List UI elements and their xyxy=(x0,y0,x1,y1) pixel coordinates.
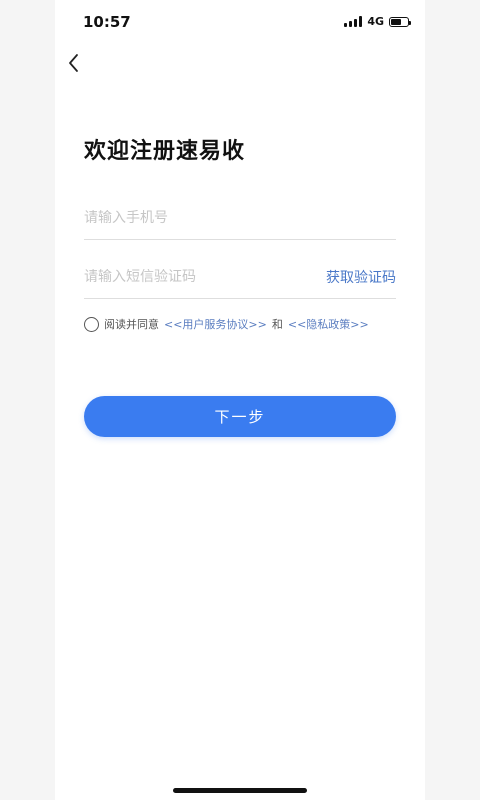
phone-field xyxy=(84,196,396,240)
signal-icon xyxy=(344,16,363,27)
phone-screen: 10:57 4G 欢迎注册速易收 获取验证码 阅读并同意 <<用户服务协议>> … xyxy=(55,0,425,800)
next-button[interactable]: 下一步 xyxy=(84,396,396,437)
privacy-policy-link[interactable]: <<隐私政策>> xyxy=(288,316,369,332)
home-indicator xyxy=(173,788,307,793)
agree-and: 和 xyxy=(271,318,283,331)
phone-input[interactable] xyxy=(84,209,396,226)
sms-code-input[interactable] xyxy=(84,268,326,285)
back-button[interactable] xyxy=(63,50,87,76)
get-code-button[interactable]: 获取验证码 xyxy=(326,267,396,287)
agree-prefix: 阅读并同意 xyxy=(104,318,159,331)
network-type: 4G xyxy=(367,15,384,28)
user-agreement-link[interactable]: <<用户服务协议>> xyxy=(164,316,267,332)
status-bar: 10:57 4G xyxy=(55,0,425,44)
status-time: 10:57 xyxy=(83,13,131,31)
page-title: 欢迎注册速易收 xyxy=(84,139,246,164)
agree-radio[interactable] xyxy=(84,316,99,332)
battery-icon xyxy=(389,16,411,27)
code-field: 获取验证码 xyxy=(84,255,396,299)
status-indicators: 4G xyxy=(344,15,411,28)
agreement-row: 阅读并同意 <<用户服务协议>> 和 <<隐私政策>> xyxy=(84,316,369,332)
chevron-left-icon xyxy=(69,54,78,72)
